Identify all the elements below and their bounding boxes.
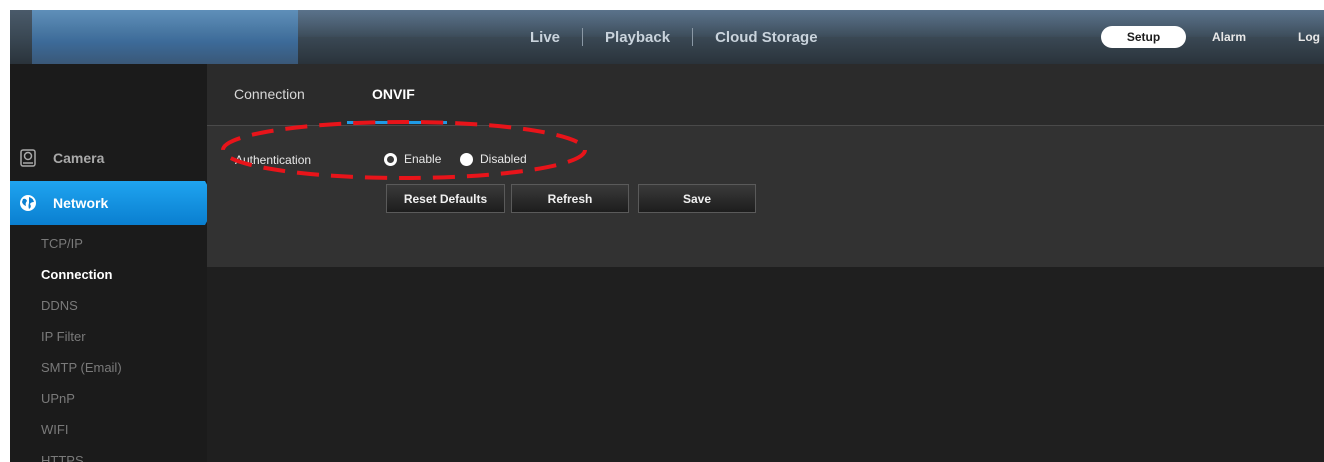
sidebar-category-camera[interactable]: Camera	[10, 136, 220, 180]
main-nav: Live Playback Cloud Storage	[530, 10, 818, 64]
radio-enable[interactable]: Enable	[384, 152, 441, 166]
alarm-link[interactable]: Alarm	[1212, 30, 1246, 44]
authentication-label: Authentication	[235, 153, 312, 167]
sidebar-item-https[interactable]: HTTPS	[41, 453, 84, 462]
sidebar-category-network[interactable]: Network	[10, 181, 217, 225]
sidebar-item-smtp[interactable]: SMTP (Email)	[41, 360, 122, 375]
radio-label: Disabled	[480, 152, 527, 166]
tab-connection[interactable]: Connection	[234, 86, 305, 102]
sidebar-item-upnp[interactable]: UPnP	[41, 391, 75, 406]
nav-live[interactable]: Live	[530, 29, 560, 46]
sidebar-item-tcpip[interactable]: TCP/IP	[41, 236, 83, 251]
nav-playback[interactable]: Playback	[605, 29, 670, 46]
camera-icon	[19, 149, 37, 167]
radio-disabled[interactable]: Disabled	[460, 152, 527, 166]
nav-separator	[692, 28, 694, 46]
radio-label: Enable	[404, 152, 442, 166]
tab-onvif[interactable]: ONVIF	[372, 86, 415, 102]
tab-bar: Connection ONVIF	[207, 64, 1324, 126]
nav-separator	[582, 28, 584, 46]
sidebar-item-ddns[interactable]: DDNS	[41, 298, 78, 313]
reset-defaults-button[interactable]: Reset Defaults	[386, 184, 505, 213]
network-globe-icon	[19, 194, 37, 212]
radio-unselected-icon	[460, 152, 473, 166]
settings-panel: Connection ONVIF Authentication Enable D…	[207, 64, 1324, 267]
top-bar: Live Playback Cloud Storage Setup Alarm …	[10, 10, 1324, 64]
refresh-button[interactable]: Refresh	[511, 184, 629, 213]
radio-selected-icon	[384, 152, 397, 166]
brand-area	[32, 10, 298, 64]
sidebar-item-wifi[interactable]: WIFI	[41, 422, 68, 437]
sidebar: Camera Network TCP/IP Connection DDNS IP…	[10, 64, 217, 462]
sidebar-item-ip-filter[interactable]: IP Filter	[41, 329, 86, 344]
sidebar-category-label: Network	[53, 195, 109, 211]
app-window: Live Playback Cloud Storage Setup Alarm …	[10, 10, 1324, 462]
save-button[interactable]: Save	[638, 184, 756, 213]
active-tab-indicator	[347, 121, 447, 124]
nav-cloud-storage[interactable]: Cloud Storage	[715, 29, 818, 46]
sidebar-category-label: Camera	[53, 150, 105, 166]
logout-link[interactable]: Log	[1298, 30, 1320, 44]
sidebar-item-connection[interactable]: Connection	[41, 267, 113, 282]
setup-button[interactable]: Setup	[1101, 26, 1186, 48]
